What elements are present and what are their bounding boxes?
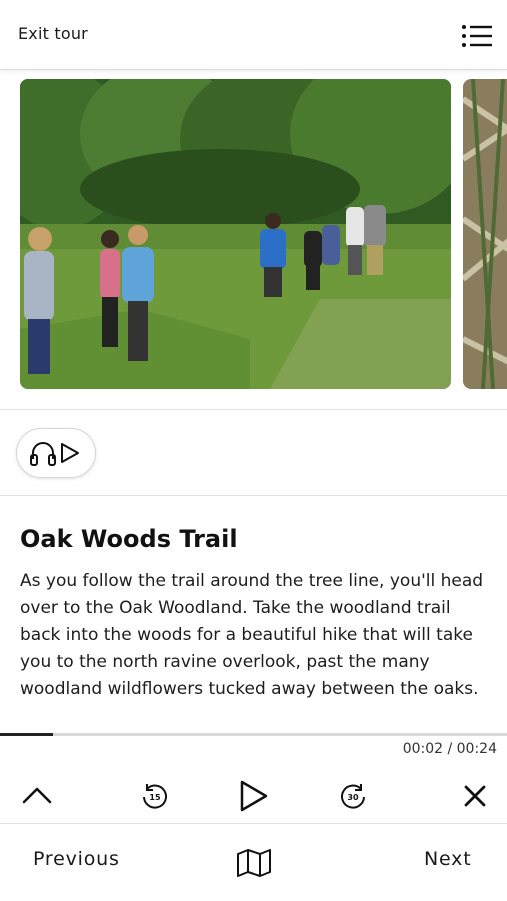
audio-progress-fill xyxy=(0,733,54,736)
next-photo-preview[interactable] xyxy=(463,79,507,389)
player-controls: 15 30 xyxy=(0,770,507,822)
close-icon[interactable] xyxy=(460,781,490,811)
exit-tour-button[interactable]: Exit tour xyxy=(18,24,88,43)
headphones-play-icon xyxy=(30,442,79,466)
image-carousel[interactable] xyxy=(0,70,507,410)
audio-progress-bar[interactable] xyxy=(0,733,507,736)
rewind-15-icon[interactable]: 15 xyxy=(139,780,171,812)
previous-button[interactable]: Previous xyxy=(33,848,120,870)
stop-title: Oak Woods Trail xyxy=(20,525,238,553)
forward-30-icon[interactable]: 30 xyxy=(337,780,369,812)
time-display: 00:02 / 00:24 xyxy=(402,741,497,757)
audio-play-button[interactable] xyxy=(16,428,96,478)
tour-photo[interactable] xyxy=(20,79,451,389)
play-icon[interactable] xyxy=(236,778,272,814)
bottom-navigation: Previous Next xyxy=(0,823,507,901)
photo-icon xyxy=(463,79,507,389)
forward-seconds-label: 30 xyxy=(347,793,359,802)
divider xyxy=(0,409,507,410)
rewind-seconds-label: 15 xyxy=(149,793,161,802)
divider xyxy=(0,495,507,496)
top-bar: Exit tour xyxy=(0,0,507,70)
map-icon[interactable] xyxy=(236,848,272,878)
list-menu-icon[interactable] xyxy=(460,22,494,50)
chevron-up-icon[interactable] xyxy=(20,782,54,808)
next-button[interactable]: Next xyxy=(424,848,471,870)
stop-description: As you follow the trail around the tree … xyxy=(20,571,484,699)
photo-icon xyxy=(20,79,451,389)
